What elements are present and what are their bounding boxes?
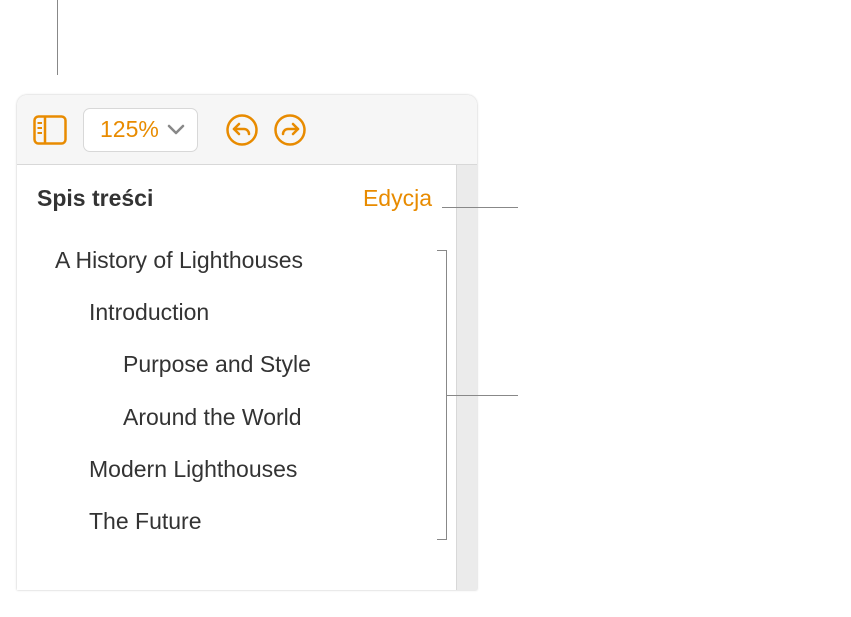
toc-list: A History of Lighthouses Introduction Pu…: [33, 234, 436, 547]
undo-redo-group: [218, 108, 314, 152]
sidebar-header: Spis treści Edycja: [33, 185, 436, 212]
document-edge: [457, 165, 477, 590]
redo-icon: [273, 113, 307, 147]
toc-item[interactable]: Purpose and Style: [33, 338, 436, 390]
sidebar-toggle-button[interactable]: [29, 109, 71, 151]
callout-bracket: [437, 250, 447, 540]
app-window: 125%: [17, 95, 477, 590]
content-area: Spis treści Edycja A History of Lighthou…: [17, 165, 477, 590]
sidebar-title: Spis treści: [37, 185, 153, 212]
callout-line-bracket: [447, 395, 518, 396]
callout-line-edit: [442, 207, 518, 208]
chevron-down-icon: [167, 124, 185, 136]
toolbar: 125%: [17, 95, 477, 165]
toc-item[interactable]: A History of Lighthouses: [33, 234, 436, 286]
edit-link[interactable]: Edycja: [363, 185, 432, 212]
zoom-dropdown[interactable]: 125%: [83, 108, 198, 152]
redo-button[interactable]: [266, 108, 314, 152]
callout-line-top: [57, 0, 58, 75]
sidebar-icon: [33, 115, 67, 145]
undo-button[interactable]: [218, 108, 266, 152]
zoom-value: 125%: [100, 116, 159, 143]
sidebar-panel: Spis treści Edycja A History of Lighthou…: [17, 165, 457, 590]
toc-item[interactable]: Introduction: [33, 286, 436, 338]
undo-icon: [225, 113, 259, 147]
toc-item[interactable]: The Future: [33, 495, 436, 547]
toc-item[interactable]: Around the World: [33, 391, 436, 443]
toc-item[interactable]: Modern Lighthouses: [33, 443, 436, 495]
